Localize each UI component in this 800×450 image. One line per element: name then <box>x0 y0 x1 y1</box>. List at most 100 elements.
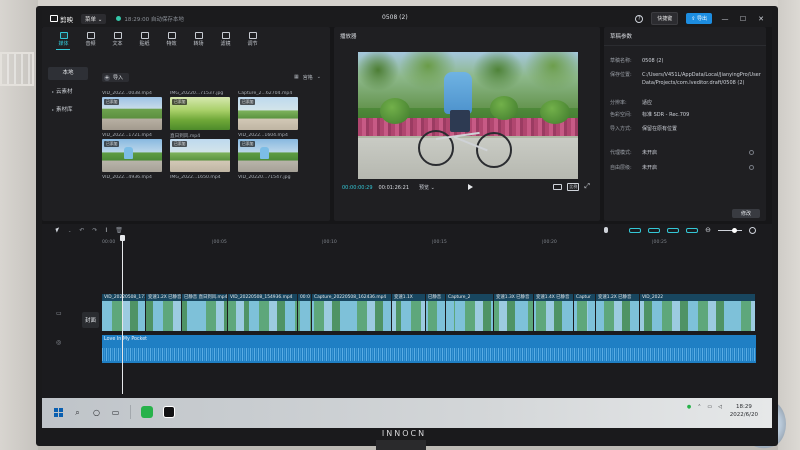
video-clip[interactable]: Capture_20220508_162436.mp4 <box>312 294 392 331</box>
draft-param-row: 导入方式: 保留在原有位置 <box>610 125 762 133</box>
media-item[interactable]: 已添加 VID_2022...4936.mp4 <box>102 139 162 180</box>
safe-area-icon[interactable] <box>553 183 563 190</box>
close-icon[interactable]: ✕ <box>756 15 766 23</box>
app-logo: 剪映 <box>50 14 73 24</box>
media-item[interactable]: 已添加 VID_2022...1604.mp4 <box>238 97 298 138</box>
track-video-icon[interactable]: ▭ <box>56 310 62 317</box>
help-icon[interactable]: ? <box>635 14 644 23</box>
cortana-icon[interactable]: ○ <box>92 408 101 417</box>
video-clip[interactable]: Captur <box>574 294 596 331</box>
split-icon[interactable]: I <box>105 227 107 234</box>
taskbar-clock[interactable]: 18:29 2022/6/20 <box>730 403 758 419</box>
video-clip[interactable]: VID_20220508_154936.mp4 <box>228 294 298 331</box>
audio-track[interactable]: Love In My Pocket <box>102 335 756 363</box>
menu-button[interactable]: 菜单 ⌄ <box>81 13 107 24</box>
sidebar-item-0[interactable]: 本地 <box>48 67 88 80</box>
time-ruler[interactable]: 00:00 |00:05 |00:10 |00:15 |00:20 |00:25 <box>102 238 772 248</box>
ruler-tick-label: |00:05 <box>212 240 227 245</box>
tab-sticker[interactable]: 贴纸 <box>131 29 158 49</box>
video-clip[interactable]: 变速1.4X 已静音 <box>534 294 574 331</box>
tab-effects[interactable]: 特效 <box>158 29 185 49</box>
tab-label: 转场 <box>193 40 204 47</box>
video-clip[interactable]: 变速1.3X 已静音 <box>494 294 534 331</box>
video-preview[interactable] <box>358 52 578 179</box>
chevron-down-icon[interactable]: ⌄ <box>68 228 71 233</box>
tray-app-icon[interactable]: ● <box>687 404 691 410</box>
media-item[interactable]: 已添加 VID_20220...71547.jpg <box>238 139 298 180</box>
linkage-icon[interactable] <box>686 227 699 233</box>
wechat-icon[interactable] <box>141 406 153 418</box>
sidebar-item-1[interactable]: ▸ 云素材 <box>48 85 88 98</box>
zoom-fit-icon[interactable] <box>749 226 756 234</box>
preview-axis-icon[interactable] <box>667 227 680 233</box>
clip-frames <box>494 301 533 331</box>
media-item[interactable]: VID_2022...0038.mp4 <box>102 55 162 96</box>
windows-start-icon[interactable] <box>54 407 63 417</box>
media-item[interactable]: 已添加 VID_2022...1721.mp4 <box>102 97 162 138</box>
info-icon[interactable] <box>749 150 754 155</box>
clip-frames <box>102 301 145 331</box>
media-item[interactable]: 已添加 IMG_2022...1650.mp4 <box>170 139 230 180</box>
info-icon[interactable] <box>749 165 754 170</box>
media-thumbnail: 已添加 <box>170 139 230 172</box>
jianying-taskbar-icon[interactable] <box>163 406 175 418</box>
sidebar-item-2[interactable]: ▸ 素材库 <box>48 103 88 116</box>
clip-frames <box>182 301 227 331</box>
export-button[interactable]: ⇪ 导出 <box>686 13 712 24</box>
play-icon[interactable] <box>468 184 473 190</box>
adjust-icon <box>248 31 257 39</box>
video-clip[interactable]: VID_20220508_171 <box>102 294 146 331</box>
media-item[interactable]: IMG_20220...71537.jpg <box>170 55 230 96</box>
tab-transition[interactable]: 转场 <box>185 29 212 49</box>
zoom-out-icon[interactable]: ⊖ <box>705 226 711 234</box>
playhead[interactable] <box>122 236 123 394</box>
media-item[interactable]: 已添加 直日到风.mp4 <box>170 97 230 139</box>
media-item-name: VID_2022...1604.mp4 <box>238 133 288 138</box>
task-view-icon[interactable]: ▭ <box>111 408 120 417</box>
tab-audio[interactable]: 音频 <box>77 29 104 49</box>
tab-media[interactable]: 媒体 <box>50 29 77 49</box>
network-icon[interactable]: ▭ <box>707 404 712 410</box>
link-icon[interactable] <box>629 227 642 233</box>
video-clip[interactable]: 变速1.1X <box>392 294 426 331</box>
volume-icon[interactable]: ◁ <box>718 404 722 410</box>
redo-icon[interactable]: ↷ <box>92 227 97 234</box>
video-clip[interactable]: 已静音 <box>426 294 446 331</box>
minimize-icon[interactable]: — <box>720 15 730 23</box>
video-clip[interactable]: 变速1.2X 已静音 <box>596 294 640 331</box>
ratio-button[interactable]: 比例 <box>567 182 580 191</box>
draft-params-title: 草稿参数 <box>610 34 633 40</box>
video-clip[interactable]: 00:0 <box>298 294 312 331</box>
media-item[interactable]: Capture_2...62704.mp4 <box>238 55 298 96</box>
ruler-tick-label: 00:00 <box>102 240 116 245</box>
cover-button[interactable]: 封面 <box>82 312 100 328</box>
video-clip[interactable]: Capture_2 <box>446 294 494 331</box>
delete-icon[interactable]: 🗑 <box>115 227 123 234</box>
zoom-slider[interactable] <box>718 227 742 233</box>
preview-mode-select[interactable]: 预览 ⌄ <box>419 184 435 191</box>
undo-icon[interactable]: ↶ <box>79 227 84 234</box>
view-mode-control[interactable]: ▦ 宫格 ⌄ <box>294 74 321 81</box>
edit-params-button[interactable]: 修改 <box>731 209 760 218</box>
chevron-up-icon[interactable]: ⌃ <box>697 404 701 410</box>
tab-adjust[interactable]: 调节 <box>239 29 266 49</box>
title-bar-actions: ? 快捷键 ⇪ 导出 — ☐ ✕ <box>635 12 766 25</box>
shortcut-button[interactable]: 快捷键 <box>651 12 679 25</box>
tab-text[interactable]: 文本 <box>104 29 131 49</box>
player-controls: 00:00:00:29 00:01:26:21 预览 ⌄ 比例 ⤢ <box>342 182 592 191</box>
tab-filter[interactable]: 滤镜 <box>212 29 239 49</box>
snap-icon[interactable] <box>648 227 661 233</box>
search-icon[interactable]: ⌕ <box>73 408 82 417</box>
track-audio-icon[interactable]: ◎ <box>56 339 62 346</box>
video-clip[interactable]: VID_2022 <box>640 294 756 331</box>
select-cursor-icon[interactable] <box>55 227 61 233</box>
video-clip[interactable]: 已静音 直日到风.mp4 <box>182 294 228 331</box>
maximize-icon[interactable]: ☐ <box>738 15 748 23</box>
fullscreen-icon[interactable]: ⤢ <box>584 182 590 191</box>
video-clip[interactable]: 变速1.2X 已静音 <box>146 294 182 331</box>
param-key: 自由层级: <box>610 165 632 171</box>
clip-label: VID_20220508_171 <box>102 294 146 301</box>
zoom-slider-knob[interactable] <box>732 227 737 233</box>
microphone-icon[interactable] <box>604 227 609 233</box>
video-track[interactable]: VID_20220508_171 变速1.2X 已静音 已静音 直日到风.mp4 VI… <box>102 294 756 331</box>
